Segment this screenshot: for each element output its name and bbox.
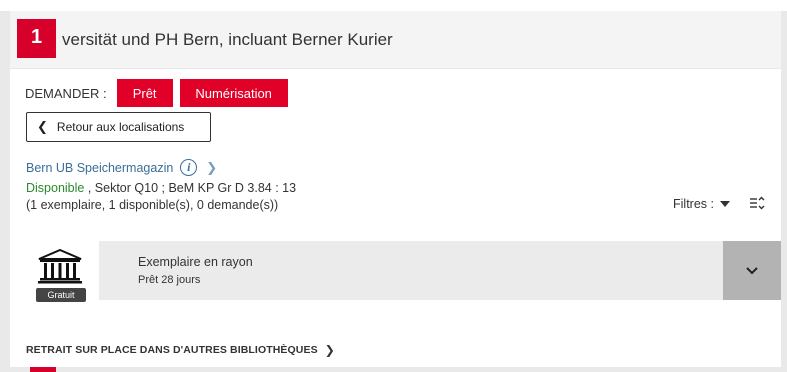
free-badge: Gratuit xyxy=(36,288,86,302)
item-row[interactable]: Exemplaire en rayon Prêt 28 jours xyxy=(99,241,723,300)
filters-dropdown[interactable]: Filtres : xyxy=(673,197,730,211)
right-gutter xyxy=(781,11,787,372)
info-icon[interactable]: i xyxy=(180,159,198,176)
filters-label: Filtres : xyxy=(673,197,714,211)
sort-icon[interactable] xyxy=(749,195,765,211)
library-title: versität und PH Bern, incluant Berner Ku… xyxy=(62,30,393,49)
chevron-right-icon[interactable]: ❯ xyxy=(206,160,217,176)
chevron-down-icon xyxy=(746,266,758,274)
location-link[interactable]: Bern UB Speichermagazin xyxy=(26,161,173,175)
back-to-locations-button[interactable]: ❮ Retour aux localisations xyxy=(26,112,211,142)
expand-item-button[interactable] xyxy=(723,241,781,300)
loan-period: Prêt 28 jours xyxy=(138,274,201,286)
availability-status: Disponible xyxy=(26,181,85,195)
request-options: DEMANDER : Prêt Numérisation xyxy=(25,79,295,107)
pickup-label: RETRAIT SUR PLACE DANS D'AUTRES BIBLIOTH… xyxy=(26,344,318,356)
library-building-icon xyxy=(38,249,82,284)
back-button-label: Retour aux localisations xyxy=(56,120,185,134)
item-counts: (1 exemplaire, 1 disponible(s), 0 demand… xyxy=(26,198,279,212)
request-label: DEMANDER : xyxy=(25,85,107,101)
digitization-button[interactable]: Numérisation xyxy=(179,79,288,107)
library-header[interactable]: 1 versität und PH Bern, incluant Berner … xyxy=(10,11,781,69)
chevron-left-icon: ❮ xyxy=(37,119,48,134)
chevron-right-icon: ❯ xyxy=(324,343,335,357)
pickup-other-libraries-link[interactable]: RETRAIT SUR PLACE DANS D'AUTRES BIBLIOTH… xyxy=(26,343,335,357)
top-spacer xyxy=(0,0,787,11)
item-title: Exemplaire en rayon xyxy=(138,255,253,269)
loan-button[interactable]: Prêt xyxy=(116,79,173,107)
location-panel: DEMANDER : Prêt Numérisation ❮ Retour au… xyxy=(10,69,781,367)
location-row: Bern UB Speichermagazin i ❯ xyxy=(26,159,217,176)
holdings-page: 1 versität und PH Bern, incluant Berner … xyxy=(0,0,787,372)
bottom-gutter xyxy=(10,367,781,372)
step-number-badge: 1 xyxy=(17,19,56,58)
availability-line: Disponible , Sektor Q10 ; BeM KP Gr D 3.… xyxy=(26,181,296,195)
next-section-marker xyxy=(30,367,56,372)
caret-down-icon xyxy=(719,201,730,207)
shelf-details: , Sektor Q10 ; BeM KP Gr D 3.84 : 13 xyxy=(84,181,297,195)
left-gutter xyxy=(0,11,10,372)
